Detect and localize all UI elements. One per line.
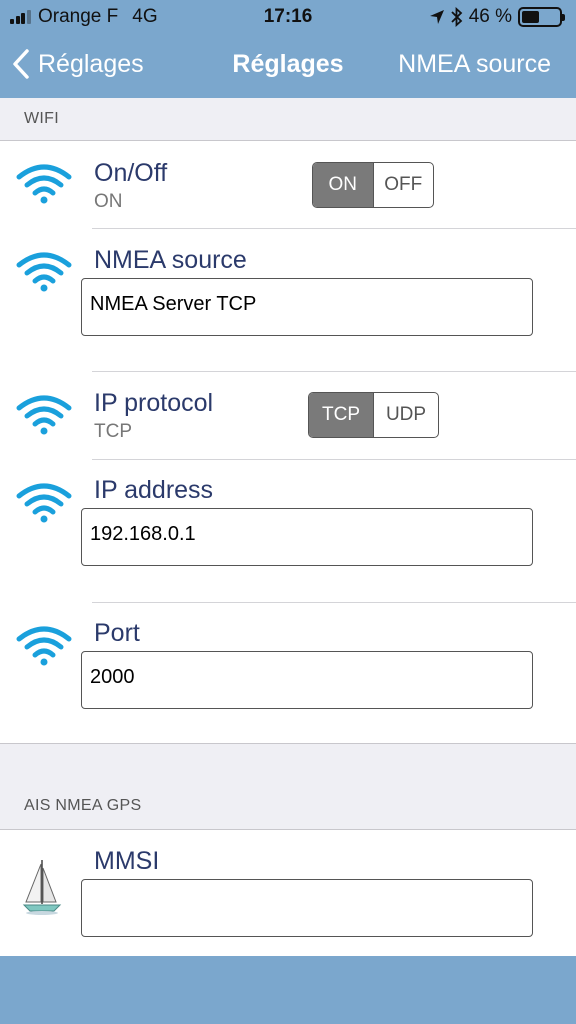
wifi-icon bbox=[16, 395, 72, 435]
nmea-source-title: NMEA source bbox=[94, 246, 247, 274]
battery-percent: 46 % bbox=[468, 6, 512, 27]
row-port: Port 2000 bbox=[0, 603, 576, 745]
mmsi-field[interactable] bbox=[81, 879, 533, 937]
ip-protocol-segmented-control: TCP UDP bbox=[308, 392, 439, 438]
row-ip-address: IP address 192.168.0.1 bbox=[0, 460, 576, 602]
navigation-bar: Réglages Réglages NMEA source bbox=[0, 34, 576, 98]
ip-protocol-value: TCP bbox=[94, 421, 132, 442]
segment-off[interactable]: OFF bbox=[372, 163, 434, 207]
wifi-icon bbox=[16, 252, 72, 292]
ais-settings-group: MMSI bbox=[0, 829, 576, 957]
wifi-icon bbox=[16, 626, 72, 666]
battery-icon bbox=[518, 7, 565, 27]
back-label: Réglages bbox=[38, 49, 144, 78]
ip-address-field[interactable]: 192.168.0.1 bbox=[81, 508, 533, 566]
segment-udp[interactable]: UDP bbox=[373, 393, 438, 437]
onoff-title: On/Off bbox=[94, 159, 168, 187]
status-right: 46 % bbox=[423, 6, 565, 28]
port-title: Port bbox=[94, 619, 140, 647]
row-mmsi: MMSI bbox=[0, 830, 576, 957]
chevron-left-icon bbox=[13, 49, 29, 79]
top-bar: Orange F 4G 17:16 46 % Réglages Réglages… bbox=[0, 0, 576, 98]
port-field[interactable]: 2000 bbox=[81, 651, 533, 709]
section-header-ais: AIS NMEA GPS bbox=[24, 797, 142, 814]
row-onoff: On/Off ON ON OFF bbox=[0, 141, 576, 228]
row-nmea-source: NMEA source NMEA Server TCP bbox=[0, 229, 576, 371]
ip-address-title: IP address bbox=[94, 476, 214, 504]
onoff-segmented-control: ON OFF bbox=[312, 162, 434, 208]
section-header-wifi: WIFI bbox=[24, 110, 59, 127]
onoff-value: ON bbox=[94, 191, 123, 212]
row-ip-protocol: IP protocol TCP TCP UDP bbox=[0, 372, 576, 459]
wifi-icon bbox=[16, 483, 72, 523]
segment-on[interactable]: ON bbox=[313, 163, 373, 207]
back-button[interactable]: Réglages bbox=[12, 48, 144, 80]
sailboat-icon bbox=[22, 860, 62, 915]
location-arrow-icon bbox=[429, 10, 444, 24]
bottom-toolbar bbox=[0, 956, 576, 1024]
bluetooth-icon bbox=[451, 7, 462, 27]
wifi-icon bbox=[16, 164, 72, 204]
mmsi-title: MMSI bbox=[94, 847, 160, 875]
battery-level bbox=[522, 11, 539, 23]
nmea-source-field[interactable]: NMEA Server TCP bbox=[81, 278, 533, 336]
ip-protocol-title: IP protocol bbox=[94, 389, 214, 417]
segment-tcp[interactable]: TCP bbox=[309, 393, 373, 437]
nav-right-button[interactable]: NMEA source bbox=[398, 50, 551, 79]
wifi-settings-group: On/Off ON ON OFF NMEA source NMEA Server… bbox=[0, 140, 576, 744]
status-bar: Orange F 4G 17:16 46 % bbox=[0, 0, 576, 34]
